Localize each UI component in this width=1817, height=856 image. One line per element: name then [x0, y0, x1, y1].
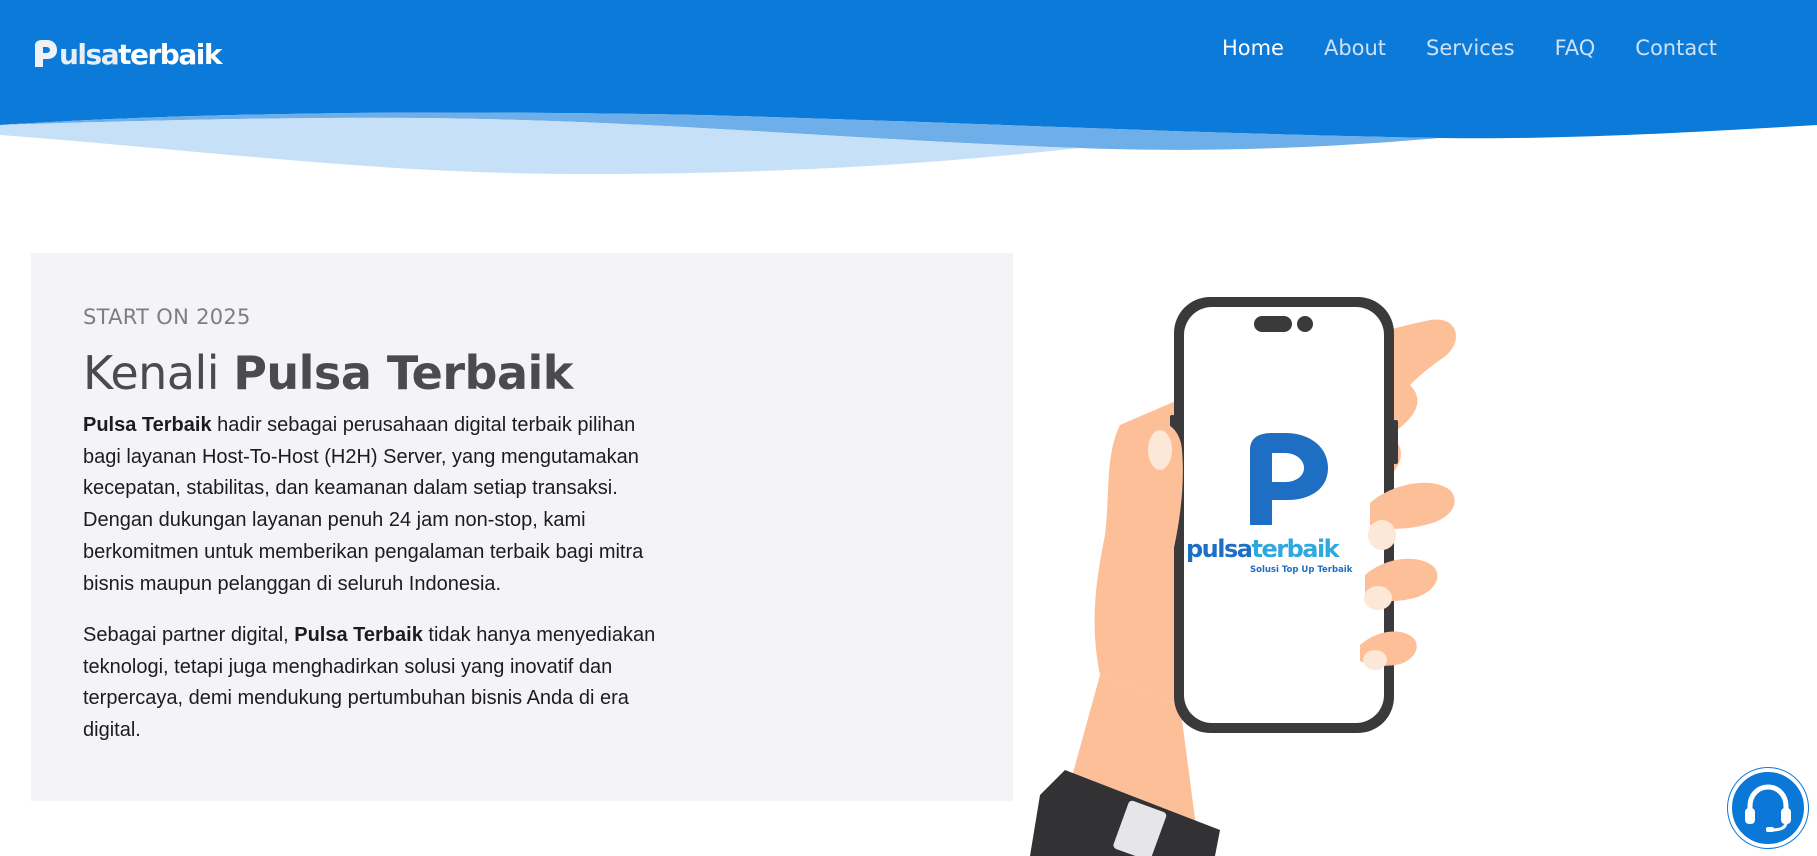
logo-text-terbaik: terbaik [118, 37, 222, 71]
logo-p-mark-icon [35, 40, 57, 67]
about-paragraph-1-brand: Pulsa Terbaik [83, 414, 212, 436]
phone-brand-text: pulsaterbaik [1186, 535, 1341, 563]
support-chat-button[interactable] [1728, 768, 1808, 848]
about-paragraph-2: Sebagai partner digital, Pulsa Terbaik t… [83, 620, 673, 747]
about-paragraph-1-text: hadir sebagai perusahaan digital terbaik… [83, 414, 644, 595]
brand-logo[interactable]: ulsa terbaik [32, 34, 222, 74]
main-nav: Home About Services FAQ Contact [1222, 36, 1717, 60]
nav-about[interactable]: About [1324, 36, 1386, 60]
header-wave-background [0, 0, 1817, 180]
about-section: START ON 2025 Kenali Pulsa Terbaik Pulsa… [31, 253, 1013, 801]
about-paragraph-2-brand: Pulsa Terbaik [294, 624, 423, 646]
about-title-bold: Pulsa Terbaik [233, 346, 573, 400]
nav-home[interactable]: Home [1222, 36, 1284, 60]
nav-contact[interactable]: Contact [1635, 36, 1717, 60]
hand-phone-illustration: pulsaterbaik Solusi Top Up Terbaik [1030, 297, 1457, 856]
nav-faq[interactable]: FAQ [1555, 36, 1596, 60]
headset-icon [1745, 784, 1791, 832]
about-eyebrow: START ON 2025 [83, 305, 251, 329]
site-header: ulsa terbaik Home About Services FAQ Cont… [0, 0, 1817, 180]
about-title-light: Kenali [83, 346, 234, 400]
logo-text-pulsa: ulsa [59, 37, 120, 71]
about-paragraph-2-lead: Sebagai partner digital, [83, 624, 295, 646]
phone-tagline-text: Solusi Top Up Terbaik [1250, 565, 1353, 575]
about-paragraph-1: Pulsa Terbaik hadir sebagai perusahaan d… [83, 410, 673, 600]
about-title: Kenali Pulsa Terbaik [83, 346, 573, 400]
nav-services[interactable]: Services [1426, 36, 1515, 60]
